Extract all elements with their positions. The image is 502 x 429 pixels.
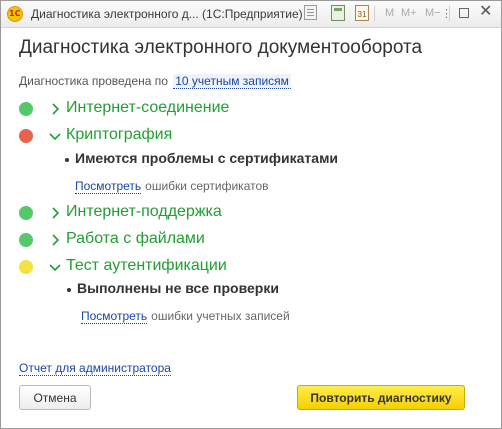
status-ok-icon (19, 206, 33, 220)
admin-report-link[interactable]: Отчет для администратора (19, 361, 171, 376)
memory-plus-button[interactable]: M+ (401, 7, 417, 19)
calendar-icon[interactable]: 31 (355, 5, 369, 21)
chevron-down-icon[interactable] (47, 259, 63, 275)
accounts-link[interactable]: 10 учетным записям (173, 74, 291, 89)
cancel-button[interactable]: Отмена (19, 385, 91, 410)
app-logo-icon: 1С (7, 6, 23, 22)
status-error-icon (19, 129, 33, 143)
dialog-window: 1С Диагностика электронного д... (1С:Пре… (0, 0, 502, 429)
view-certificate-errors-link[interactable]: Посмотреть (75, 179, 142, 194)
diagnostics-prefix: Диагностика проведена по (19, 74, 168, 88)
view-account-errors-link[interactable]: Посмотреть (81, 309, 148, 324)
check-detail: Имеются проблемы с сертификатами (75, 150, 339, 166)
memory-minus-button[interactable]: M− (425, 7, 441, 19)
check-label: Работа с файлами (66, 230, 205, 247)
calculator-icon[interactable] (331, 5, 345, 21)
bullet-icon (67, 288, 71, 292)
document-icon[interactable] (304, 5, 317, 20)
window-menu-icon[interactable]: ⋮ (441, 7, 452, 20)
status-ok-icon (19, 233, 33, 247)
bullet-icon (65, 158, 69, 162)
link-suffix: ошибки учетных записей (151, 309, 290, 323)
memory-button[interactable]: M (385, 7, 394, 19)
status-ok-icon (19, 102, 33, 116)
chevron-right-icon[interactable] (47, 232, 63, 248)
page-title: Диагностика электронного документооборот… (19, 37, 423, 58)
chevron-right-icon[interactable] (47, 101, 63, 117)
close-icon[interactable]: ✕ (479, 4, 492, 20)
status-warning-icon (19, 260, 33, 274)
window-title: Диагностика электронного д... (1С:Предпр… (31, 7, 303, 21)
title-bar: 1С Диагностика электронного д... (1С:Пре… (1, 1, 501, 28)
link-suffix: ошибки сертификатов (145, 179, 269, 193)
check-detail: Выполнены не все проверки (77, 280, 279, 296)
check-label: Интернет-соединение (66, 99, 230, 116)
check-label: Интернет-поддержка (66, 203, 222, 220)
diagnostics-summary: Диагностика проведена по 10 учетным запи… (19, 74, 291, 89)
chevron-right-icon[interactable] (47, 205, 63, 221)
check-label: Криптография (66, 126, 173, 143)
check-label: Тест аутентификации (66, 257, 227, 274)
toolbar-divider (374, 6, 375, 21)
maximize-icon[interactable] (459, 8, 469, 18)
chevron-down-icon[interactable] (47, 128, 63, 144)
toolbar-divider (449, 6, 450, 21)
retry-diagnostics-button[interactable]: Повторить диагностику (297, 385, 465, 410)
detail-link-line: Посмотреть ошибки сертификатов (75, 179, 269, 194)
detail-link-line: Посмотреть ошибки учетных записей (81, 309, 290, 324)
